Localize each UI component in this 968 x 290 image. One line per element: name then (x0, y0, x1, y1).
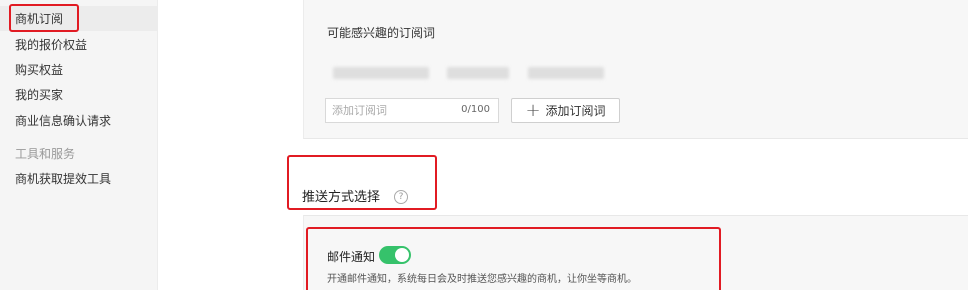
keyword-input[interactable] (332, 102, 452, 119)
add-keyword-button-label: 添加订阅词 (545, 104, 606, 118)
add-keyword-button[interactable]: + 添加订阅词 (511, 98, 620, 123)
content-gutter (158, 0, 303, 290)
suggested-keyword-tag[interactable] (528, 67, 604, 79)
suggested-keywords-title: 可能感兴趣的订阅词 (327, 26, 436, 40)
plus-icon: + (525, 99, 541, 121)
suggested-keyword-tag[interactable] (333, 67, 429, 79)
keyword-counter: 0/100 (461, 104, 490, 115)
sidebar-item-quote-rights[interactable]: 我的报价权益 (15, 37, 87, 53)
sidebar-item-efficiency-tool[interactable]: 商机获取提效工具 (15, 171, 111, 187)
sidebar-item-buy-rights[interactable]: 购买权益 (15, 62, 63, 78)
sidebar: 商机订阅 我的报价权益 购买权益 我的买家 商业信息确认请求 工具和服务 商机获… (0, 0, 158, 290)
suggested-keyword-tag[interactable] (447, 67, 509, 79)
keyword-input-wrapper: 0/100 (325, 98, 499, 123)
highlight-box-sidebar (9, 4, 79, 32)
highlight-box-push-title (287, 155, 437, 210)
highlight-box-email (306, 227, 721, 290)
sidebar-item-my-buyers[interactable]: 我的买家 (15, 87, 63, 103)
sidebar-item-business-confirm[interactable]: 商业信息确认请求 (15, 113, 111, 129)
sidebar-group-tools-title: 工具和服务 (15, 147, 76, 161)
